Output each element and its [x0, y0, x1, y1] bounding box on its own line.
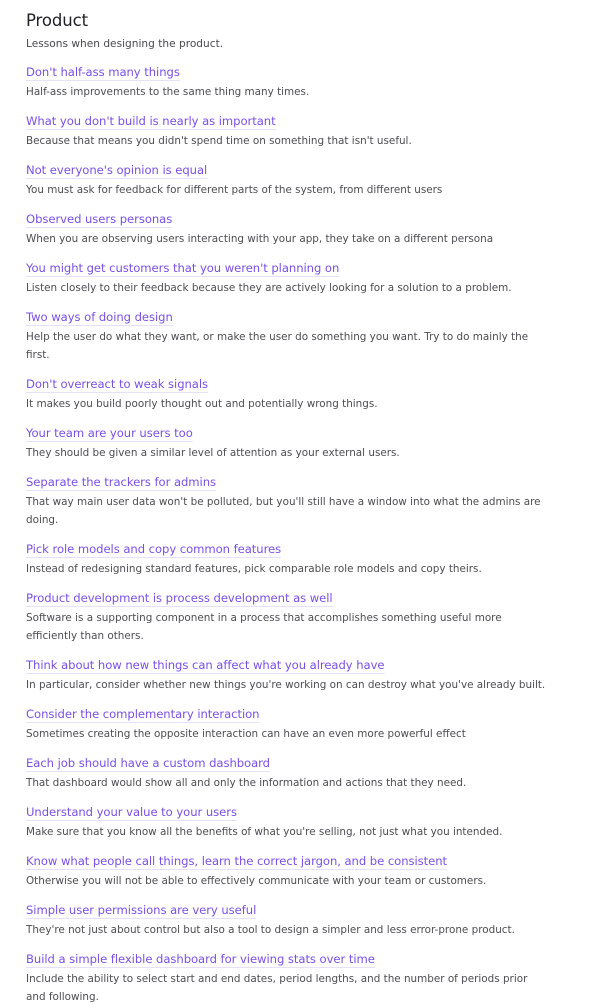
lesson-link[interactable]: Separate the trackers for admins: [26, 474, 216, 491]
lesson-description: Listen closely to their feedback because…: [26, 282, 512, 294]
lesson-link[interactable]: Think about how new things can affect wh…: [26, 657, 385, 674]
lesson-link[interactable]: Know what people call things, learn the …: [26, 853, 447, 870]
lesson-description: Because that means you didn't spend time…: [26, 135, 412, 147]
lesson-link[interactable]: Your team are your users too: [26, 425, 193, 442]
lesson-link[interactable]: Observed users personas: [26, 211, 172, 228]
lesson-link[interactable]: You might get customers that you weren't…: [26, 260, 339, 277]
lesson-item: Build a simple flexible dashboard for vi…: [26, 948, 574, 1006]
lesson-item: Not everyone's opinion is equal You must…: [26, 159, 574, 199]
lesson-description: Include the ability to select start and …: [26, 973, 528, 1003]
lesson-description: They should be given a similar level of …: [26, 447, 400, 459]
lesson-link[interactable]: Consider the complementary interaction: [26, 706, 260, 723]
page-content: Product Lessons when designing the produ…: [0, 0, 600, 1006]
lesson-item: Know what people call things, learn the …: [26, 850, 574, 890]
lesson-item: Pick role models and copy common feature…: [26, 538, 574, 578]
lesson-description: Help the user do what they want, or make…: [26, 331, 529, 361]
lesson-link[interactable]: Two ways of doing design: [26, 309, 173, 326]
lesson-description: That dashboard would show all and only t…: [26, 777, 467, 789]
lesson-description: Sometimes creating the opposite interact…: [26, 728, 466, 740]
lesson-link[interactable]: Understand your value to your users: [26, 804, 237, 821]
lesson-item: Observed users personas When you are obs…: [26, 208, 574, 248]
lesson-link[interactable]: Pick role models and copy common feature…: [26, 541, 281, 558]
lesson-link[interactable]: Don't half-ass many things: [26, 64, 180, 81]
lesson-link[interactable]: Not everyone's opinion is equal: [26, 162, 207, 179]
lesson-item: You might get customers that you weren't…: [26, 257, 574, 297]
lesson-description: Software is a supporting component in a …: [26, 612, 502, 642]
page-subtitle: Lessons when designing the product.: [26, 38, 224, 50]
lesson-description: Instead of redesigning standard features…: [26, 563, 482, 575]
lesson-description: You must ask for feedback for different …: [26, 184, 443, 196]
lesson-link[interactable]: Each job should have a custom dashboard: [26, 755, 270, 772]
page-title: Product: [26, 11, 88, 30]
lesson-item: Two ways of doing design Help the user d…: [26, 306, 574, 364]
lesson-link[interactable]: What you don't build is nearly as import…: [26, 113, 276, 130]
lesson-item: Don't overreact to weak signals It makes…: [26, 373, 574, 413]
lesson-description: When you are observing users interacting…: [26, 233, 494, 245]
lesson-item: Simple user permissions are very useful …: [26, 899, 574, 939]
lesson-item: Each job should have a custom dashboard …: [26, 752, 574, 792]
lesson-link[interactable]: Product development is process developme…: [26, 590, 333, 607]
lesson-item: Product development is process developme…: [26, 587, 574, 645]
lesson-item: Don't half-ass many things Half-ass impr…: [26, 61, 574, 101]
lesson-item: What you don't build is nearly as import…: [26, 110, 574, 150]
lessons-list: Don't half-ass many things Half-ass impr…: [26, 61, 574, 1006]
lesson-link[interactable]: Build a simple flexible dashboard for vi…: [26, 951, 375, 968]
lesson-description: In particular, consider whether new thin…: [26, 679, 546, 691]
lesson-description: Otherwise you will not be able to effect…: [26, 875, 487, 887]
lesson-item: Separate the trackers for admins That wa…: [26, 471, 574, 529]
lesson-description: Half-ass improvements to the same thing …: [26, 86, 310, 98]
lesson-description: That way main user data won't be pollute…: [26, 496, 541, 526]
lesson-item: Your team are your users too They should…: [26, 422, 574, 462]
lesson-item: Consider the complementary interaction S…: [26, 703, 574, 743]
lesson-link[interactable]: Don't overreact to weak signals: [26, 376, 208, 393]
lesson-description: It makes you build poorly thought out an…: [26, 398, 378, 410]
lesson-item: Think about how new things can affect wh…: [26, 654, 574, 694]
lesson-link[interactable]: Simple user permissions are very useful: [26, 902, 256, 919]
lesson-description: Make sure that you know all the benefits…: [26, 826, 503, 838]
lesson-item: Understand your value to your users Make…: [26, 801, 574, 841]
